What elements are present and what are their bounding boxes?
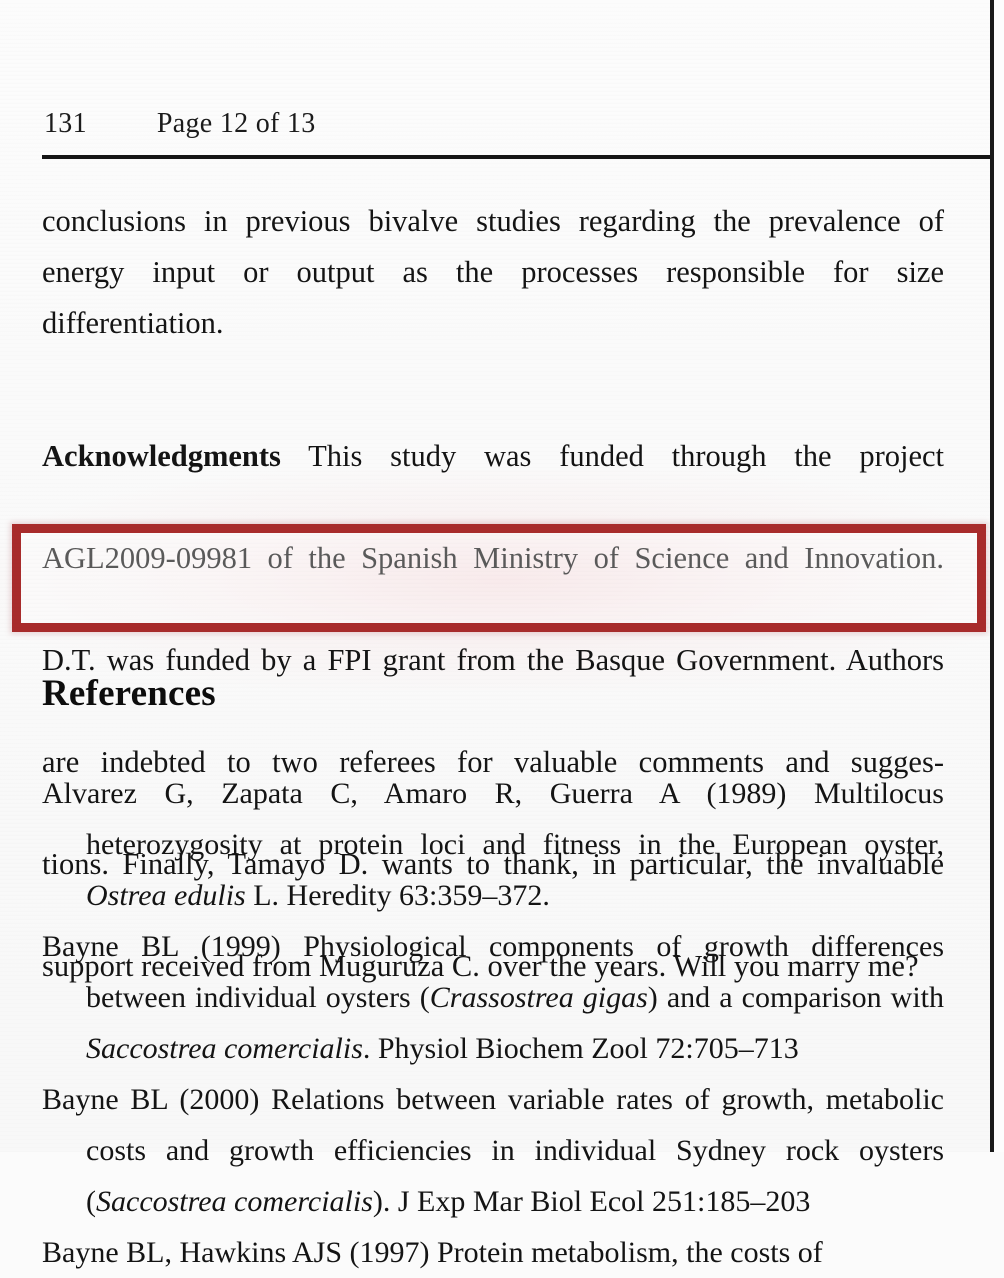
- reference-authors: Alvarez G, Zapata C, Amaro R, Guerra A (…: [42, 777, 787, 810]
- reference-species: Saccostrea comercialis: [96, 1185, 373, 1218]
- reference-authors: Bayne BL (1999): [42, 930, 281, 963]
- reference-authors: Bayne BL (2000): [42, 1083, 260, 1116]
- reference-species: Crassostrea gigas: [429, 981, 648, 1014]
- paragraph-conclusions: conclusions in previous bivalve studies …: [42, 204, 944, 340]
- reference-entry: Alvarez G, Zapata C, Amaro R, Guerra A (…: [42, 768, 944, 921]
- ack-line-1: Acknowledgments This study was funded th…: [42, 431, 944, 533]
- reference-species: Ostrea edulis: [86, 879, 246, 912]
- header-rule: [42, 155, 990, 159]
- ack-line-1-text: This study was funded through the projec…: [308, 439, 944, 473]
- references-heading: References: [42, 673, 216, 714]
- reference-entry: Bayne BL (2000) Relations between variab…: [42, 1074, 944, 1227]
- reference-source: . Physiol Biochem Zool 72:705–713: [362, 1032, 799, 1065]
- page-edge-margin: [994, 0, 1004, 1152]
- reference-species-2: Saccostrea comercialis: [86, 1032, 363, 1065]
- reference-entry: Bayne BL, Hawkins AJS (1997) Protein met…: [42, 1227, 944, 1278]
- reference-text: Protein metabolism, the costs of: [429, 1236, 823, 1269]
- reference-source: L. Heredity 63:359–372.: [245, 879, 550, 912]
- page-of-label: Page 12 of 13: [156, 108, 316, 139]
- reference-source: ). J Exp Mar Biol Ecol 251:185–203: [372, 1185, 811, 1218]
- reference-entry: Bayne BL (1999) Physiological components…: [42, 921, 944, 1074]
- scanned-page: 131 Page 12 of 13 conclusions in previou…: [0, 0, 1004, 1269]
- ack-line-2: AGL2009-09981 of the Spanish Ministry of…: [42, 541, 944, 575]
- references-list: Alvarez G, Zapata C, Amaro R, Guerra A (…: [42, 768, 944, 1278]
- running-header: 131 Page 12 of 13: [44, 108, 944, 148]
- acknowledgments-label: Acknowledgments: [42, 439, 281, 473]
- folio-number: 131: [44, 108, 87, 139]
- reference-text-2: ) and a comparison with: [647, 981, 944, 1014]
- reference-authors: Bayne BL, Hawkins AJS (1997): [42, 1236, 430, 1269]
